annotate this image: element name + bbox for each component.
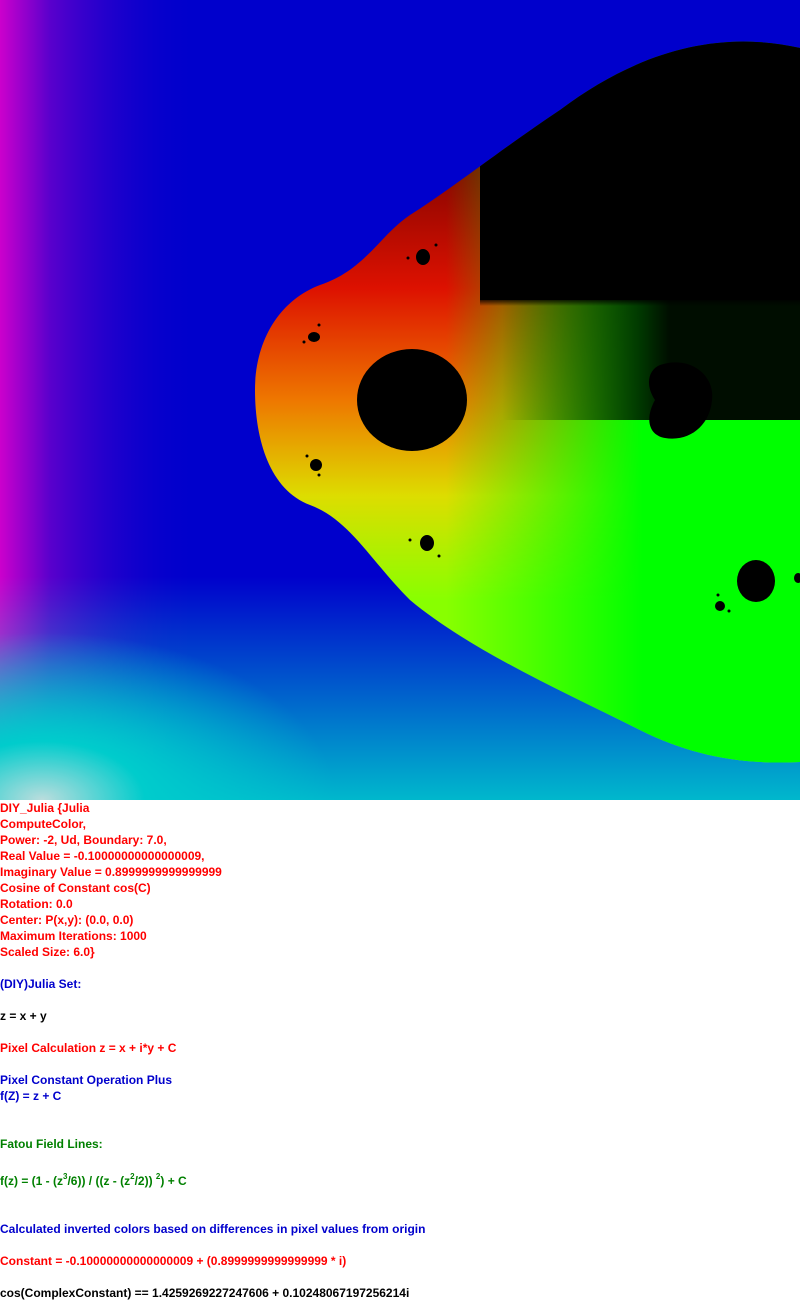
info-max-iterations: Maximum Iterations: 1000 (0, 929, 147, 943)
info-imaginary-value: Imaginary Value = 0.8999999999999999 (0, 865, 222, 879)
info-scaled-size: Scaled Size: 6.0} (0, 945, 95, 959)
info-real-value: Real Value = -0.10000000000000009, (0, 849, 205, 863)
info-compute-color: ComputeColor, (0, 817, 86, 831)
info-center: Center: P(x,y): (0.0, 0.0) (0, 913, 134, 927)
info-cosine: Cosine of Constant cos(C) (0, 881, 151, 895)
info-title: DIY_Julia {Julia (0, 801, 90, 815)
constant-value: Constant = -0.10000000000000009 + (0.899… (0, 1254, 347, 1268)
set-heading: (DIY)Julia Set: (0, 977, 82, 991)
parameter-info-panel: DIY_Julia {Julia ComputeColor, Power: -2… (0, 800, 800, 1301)
function-formula: f(Z) = z + C (0, 1089, 62, 1103)
fractal-render (0, 0, 800, 800)
pixel-calculation: Pixel Calculation z = x + i*y + C (0, 1041, 177, 1055)
info-power: Power: -2, Ud, Boundary: 7.0, (0, 833, 167, 847)
z-formula: z = x + y (0, 1009, 47, 1023)
cosine-result: cos(ComplexConstant) == 1.42592692272476… (0, 1286, 410, 1300)
fatou-formula: f(z) = (1 - (z3/6)) / ((z - (z2/2)) 2) +… (0, 1172, 187, 1189)
info-rotation: Rotation: 0.0 (0, 897, 73, 911)
fatou-heading: Fatou Field Lines: (0, 1137, 103, 1151)
pixel-constant-operation: Pixel Constant Operation Plus (0, 1073, 173, 1087)
color-description: Calculated inverted colors based on diff… (0, 1222, 426, 1236)
julia-set-image (0, 0, 800, 800)
